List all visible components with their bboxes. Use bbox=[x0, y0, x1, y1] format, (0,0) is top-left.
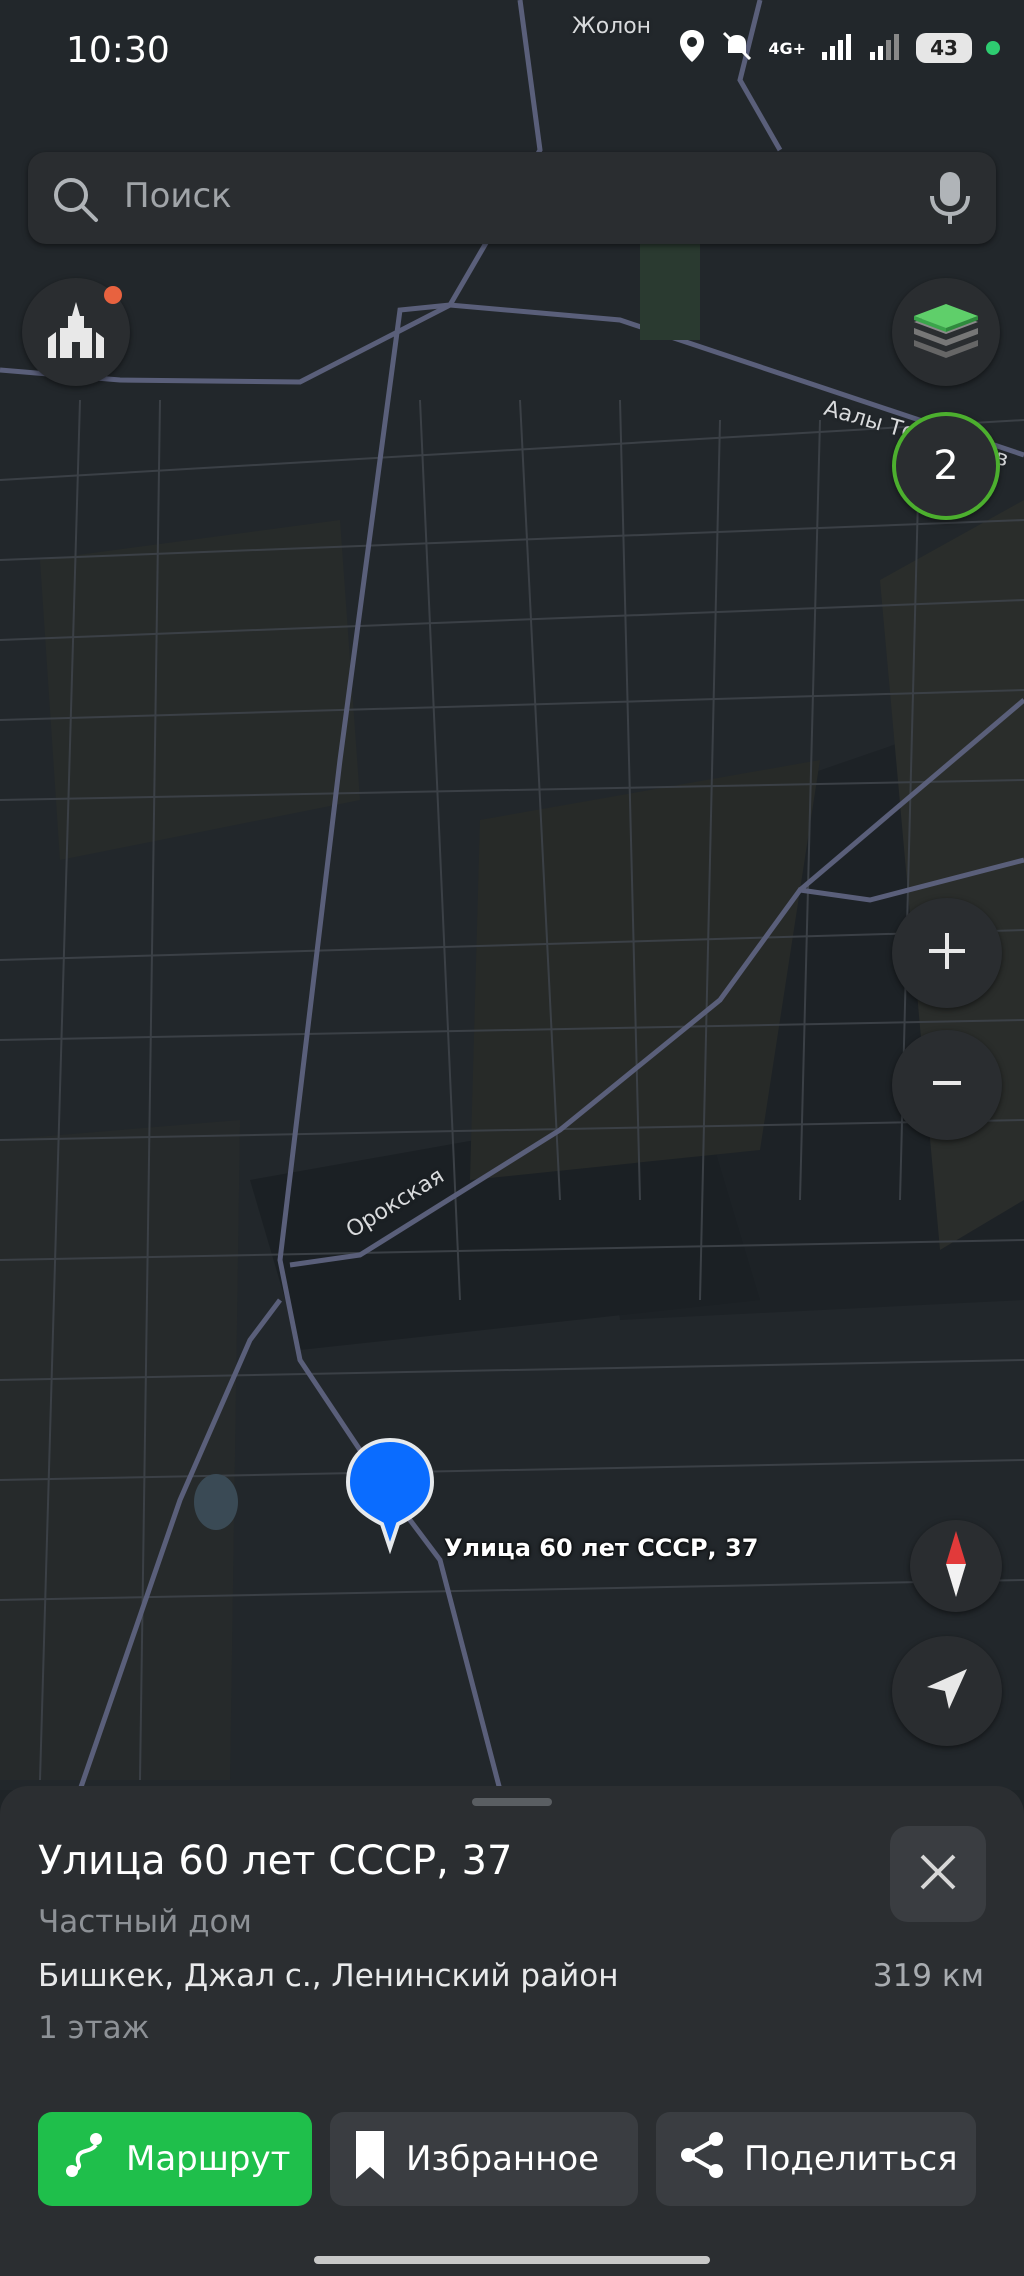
locate-button[interactable] bbox=[892, 1636, 1002, 1746]
map-canvas bbox=[0, 0, 1024, 1790]
map-view[interactable]: Жолон Аалы Токомбаев Орокская Улица 60 л… bbox=[0, 0, 1024, 1790]
search-icon bbox=[50, 174, 102, 230]
bookmark-icon bbox=[352, 2129, 388, 2190]
network-label: 4G+ bbox=[768, 38, 806, 58]
share-icon bbox=[678, 2131, 726, 2188]
landmarks-button[interactable] bbox=[22, 278, 130, 386]
counter-badge-button[interactable]: 2 bbox=[892, 412, 1000, 520]
zoom-in-button[interactable] bbox=[892, 898, 1002, 1008]
battery-indicator: 43 bbox=[916, 33, 972, 63]
signal-icon bbox=[820, 32, 854, 64]
signal-icon-2 bbox=[868, 32, 902, 64]
minus-icon bbox=[925, 1061, 969, 1109]
sheet-handle[interactable] bbox=[472, 1798, 552, 1806]
landmarks-icon bbox=[44, 298, 108, 366]
compass-button[interactable] bbox=[910, 1520, 1002, 1612]
notification-dot bbox=[104, 286, 122, 304]
status-bar: 10:30 4G+ 43 bbox=[0, 0, 1024, 100]
location-icon bbox=[678, 28, 706, 68]
compass-icon bbox=[936, 1529, 976, 1603]
place-floor: 1 этаж bbox=[38, 2010, 150, 2046]
home-indicator[interactable] bbox=[314, 2256, 710, 2264]
location-pin[interactable] bbox=[344, 1436, 436, 1554]
close-button[interactable] bbox=[890, 1826, 986, 1922]
close-icon bbox=[918, 1852, 958, 1896]
mute-icon bbox=[720, 29, 754, 67]
place-title: Улица 60 лет СССР, 37 bbox=[38, 1838, 513, 1884]
share-label: Поделиться bbox=[744, 2139, 958, 2179]
action-bar: Маршрут Избранное Поделиться bbox=[38, 2112, 976, 2206]
share-button[interactable]: Поделиться bbox=[656, 2112, 976, 2206]
favorite-button[interactable]: Избранное bbox=[330, 2112, 638, 2206]
place-card[interactable]: Улица 60 лет СССР, 37 Частный дом Бишкек… bbox=[0, 1786, 1024, 2276]
pin-label: Улица 60 лет СССР, 37 bbox=[444, 1534, 759, 1562]
status-time: 10:30 bbox=[66, 30, 170, 71]
privacy-dot bbox=[986, 41, 1000, 55]
layers-icon bbox=[910, 298, 982, 366]
microphone-icon[interactable] bbox=[928, 170, 972, 230]
layers-button[interactable] bbox=[892, 278, 1000, 386]
search-bar[interactable]: Поиск bbox=[28, 152, 996, 244]
route-button[interactable]: Маршрут bbox=[38, 2112, 312, 2206]
favorite-label: Избранное bbox=[406, 2139, 600, 2179]
place-address: Бишкек, Джал с., Ленинский район bbox=[38, 1958, 619, 1994]
navigation-arrow-icon bbox=[923, 1665, 971, 1717]
status-icons: 4G+ 43 bbox=[678, 28, 1000, 68]
search-placeholder: Поиск bbox=[124, 176, 232, 216]
place-type: Частный дом bbox=[38, 1904, 252, 1940]
route-icon bbox=[60, 2131, 108, 2188]
plus-icon bbox=[925, 929, 969, 977]
place-distance: 319 км bbox=[872, 1958, 984, 1994]
zoom-out-button[interactable] bbox=[892, 1030, 1002, 1140]
route-label: Маршрут bbox=[126, 2139, 291, 2179]
counter-badge: 2 bbox=[933, 443, 959, 489]
